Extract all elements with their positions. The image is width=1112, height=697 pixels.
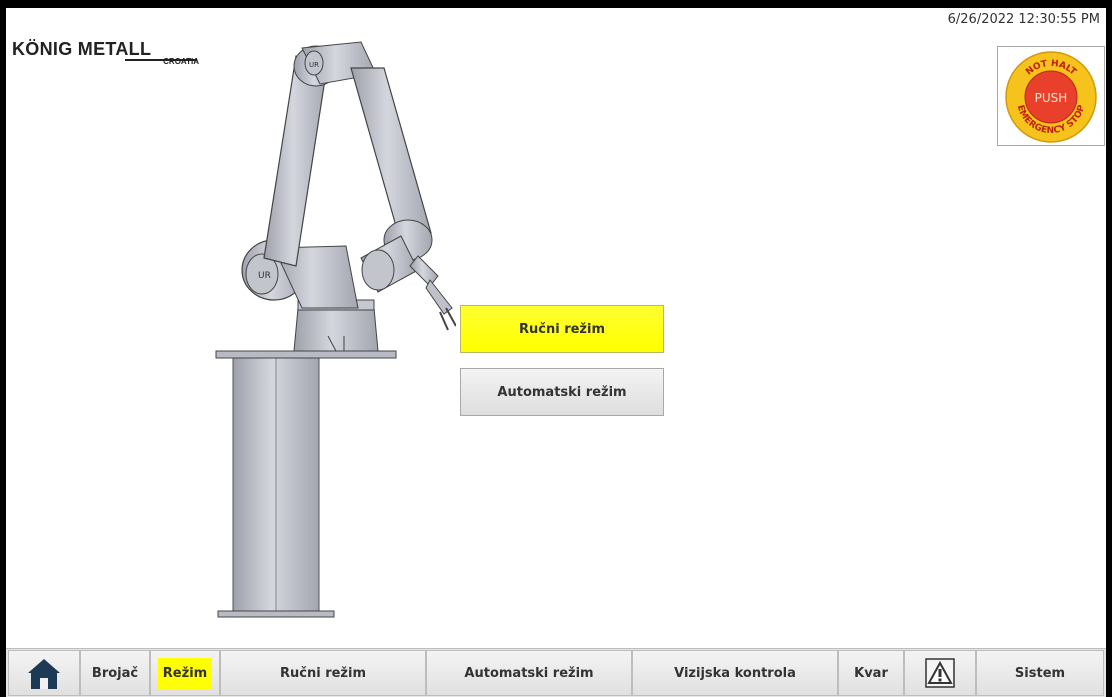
svg-text:UR: UR: [258, 271, 271, 281]
warning-icon: [925, 658, 955, 688]
nav-rezim-button[interactable]: Režim: [150, 650, 220, 696]
nav-kvar-button[interactable]: Kvar: [838, 650, 904, 696]
robot-arm-illustration: UR UR: [215, 41, 456, 618]
nav-home-button[interactable]: [8, 650, 80, 696]
estop-push-text: PUSH: [1035, 91, 1068, 105]
nav-automatski-rezim-button[interactable]: Automatski režim: [426, 650, 632, 696]
datetime-display: 6/26/2022 12:30:55 PM: [947, 12, 1100, 27]
nav-sistem-label: Sistem: [1014, 665, 1066, 681]
logo-text: KÖNIG METALL: [12, 39, 152, 59]
manual-mode-label: Ručni režim: [518, 321, 605, 337]
nav-vizijska-kontrola-button[interactable]: Vizijska kontrola: [632, 650, 838, 696]
konig-metall-logo: KÖNIG METALL CROATIA: [12, 39, 202, 71]
nav-rucni-rezim-label: Ručni režim: [279, 665, 366, 681]
nav-vizijska-kontrola-label: Vizijska kontrola: [674, 665, 796, 681]
nav-automatski-rezim-label: Automatski režim: [464, 665, 594, 681]
nav-rezim-label: Režim: [157, 657, 213, 689]
nav-kvar-label: Kvar: [854, 665, 888, 681]
nav-alarm-button[interactable]: [904, 650, 976, 696]
home-icon: [28, 659, 60, 689]
nav-sistem-button[interactable]: Sistem: [976, 650, 1104, 696]
manual-mode-button[interactable]: Ručni režim: [460, 305, 664, 353]
nav-brojac-label: Brojač: [91, 665, 139, 681]
hmi-screen: KÖNIG METALL CROATIA 6/26/2022 12:30:55 …: [6, 8, 1106, 697]
emergency-stop-button[interactable]: NOT HALT EMERGENCY STOP PUSH: [997, 46, 1105, 146]
nav-rucni-rezim-button[interactable]: Ručni režim: [220, 650, 426, 696]
automatic-mode-label: Automatski režim: [497, 384, 627, 400]
nav-brojac-button[interactable]: Brojač: [80, 650, 150, 696]
svg-text:UR: UR: [309, 61, 319, 69]
logo-subtext: CROATIA: [163, 57, 199, 66]
automatic-mode-button[interactable]: Automatski režim: [460, 368, 664, 416]
emergency-stop-icon: NOT HALT EMERGENCY STOP PUSH: [1005, 51, 1097, 143]
bottom-navigation: Brojač Režim Ručni režim Automatski reži…: [6, 648, 1106, 697]
